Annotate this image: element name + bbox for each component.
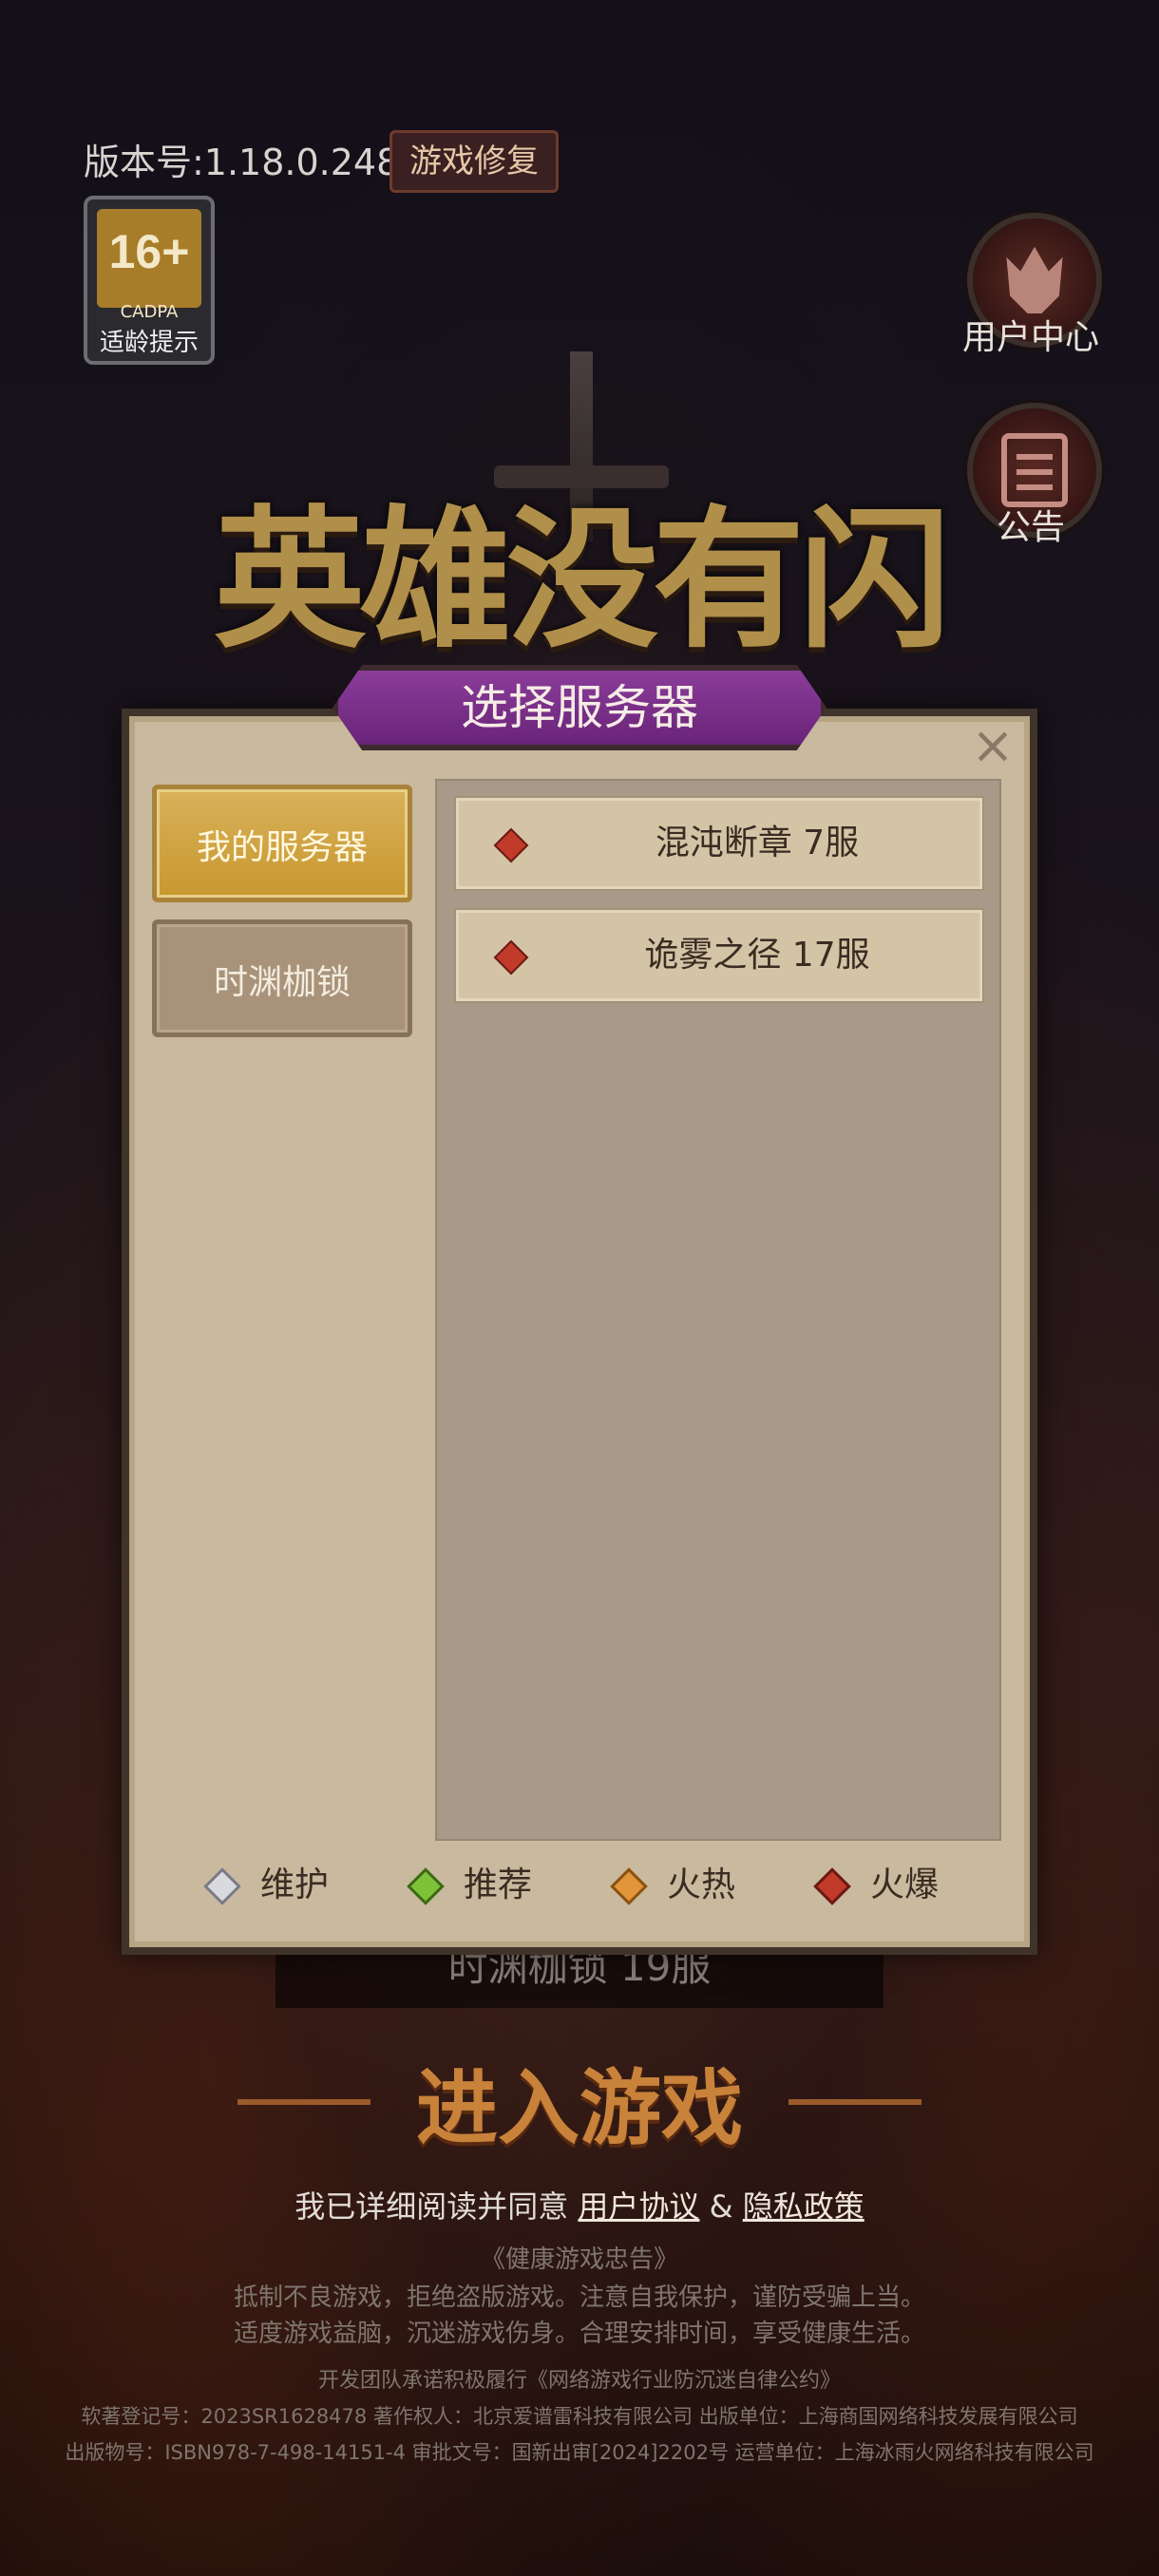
health-line-1: 抵制不良游戏，拒绝盗版游戏。注意自我保护，谨防受骗上当。 bbox=[233, 2283, 925, 2312]
registration-line: 软著登记号：2023SR1628478 著作权人：北京爱谱雷科技有限公司 出版单… bbox=[81, 2405, 1078, 2428]
game-repair-button[interactable]: 游戏修复 bbox=[390, 130, 559, 193]
age-rating-badge: 16+ CADPA 适龄提示 bbox=[84, 196, 215, 365]
status-diamond-icon bbox=[493, 827, 529, 863]
server-name: 诡雾之径 17服 bbox=[644, 936, 870, 975]
privacy-policy-link[interactable]: 隐私政策 bbox=[743, 2188, 864, 2225]
agreement-line: 我已详细阅读并同意 用户协议 & 隐私政策 bbox=[0, 2183, 1159, 2226]
status-diamond-icon bbox=[493, 939, 529, 975]
legend-recommended: 推荐 bbox=[407, 1862, 532, 1909]
server-name: 混沌断章 7服 bbox=[655, 824, 860, 862]
age-rating-number: 16+ bbox=[97, 209, 201, 308]
health-title: 《健康游戏忠告》 bbox=[480, 2245, 678, 2274]
cadpa-label: CADPA bbox=[120, 302, 179, 322]
version-label: 版本号:1.18.0.248 bbox=[84, 142, 400, 183]
user-agreement-link[interactable]: 用户协议 bbox=[578, 2188, 699, 2225]
close-icon[interactable]: × bbox=[969, 720, 1016, 771]
game-logo: 英雄没有闪 bbox=[213, 490, 951, 669]
tab-shiyuan-jiasuo[interactable]: 时渊枷锁 bbox=[152, 919, 412, 1037]
agree-prefix: 我已详细阅读并同意 bbox=[294, 2188, 569, 2225]
enter-game-button[interactable]: 进入游戏 bbox=[247, 2052, 912, 2166]
server-row[interactable]: 诡雾之径 17服 bbox=[456, 910, 982, 1001]
tab-my-servers[interactable]: 我的服务器 bbox=[152, 785, 412, 902]
green-diamond-icon bbox=[407, 1867, 445, 1905]
red-diamond-icon bbox=[813, 1867, 851, 1905]
notice-icon bbox=[1001, 433, 1068, 507]
server-row[interactable]: 混沌断章 7服 bbox=[456, 798, 982, 889]
dialog-title: 选择服务器 bbox=[461, 680, 698, 735]
health-line-2: 适度游戏益脑，沉迷游戏伤身。合理安排时间，享受健康生活。 bbox=[233, 2320, 925, 2348]
gray-diamond-icon bbox=[203, 1867, 241, 1905]
legend-very-hot: 火爆 bbox=[813, 1862, 939, 1909]
user-center-label[interactable]: 用户中心 bbox=[945, 310, 1116, 359]
helmet-icon bbox=[1006, 246, 1063, 313]
isbn-line: 出版物号：ISBN978-7-498-14151-4 审批文号：国新出审[202… bbox=[65, 2441, 1094, 2464]
legend-maintenance: 维护 bbox=[203, 1862, 329, 1909]
legend-hot: 火热 bbox=[610, 1862, 735, 1909]
orange-diamond-icon bbox=[610, 1867, 648, 1905]
age-tip-label[interactable]: 适龄提示 bbox=[87, 325, 211, 361]
anti-addiction-pledge: 开发团队承诺积极履行《网络游戏行业防沉迷自律公约》 bbox=[317, 2369, 841, 2393]
agree-amp: & bbox=[709, 2188, 733, 2225]
